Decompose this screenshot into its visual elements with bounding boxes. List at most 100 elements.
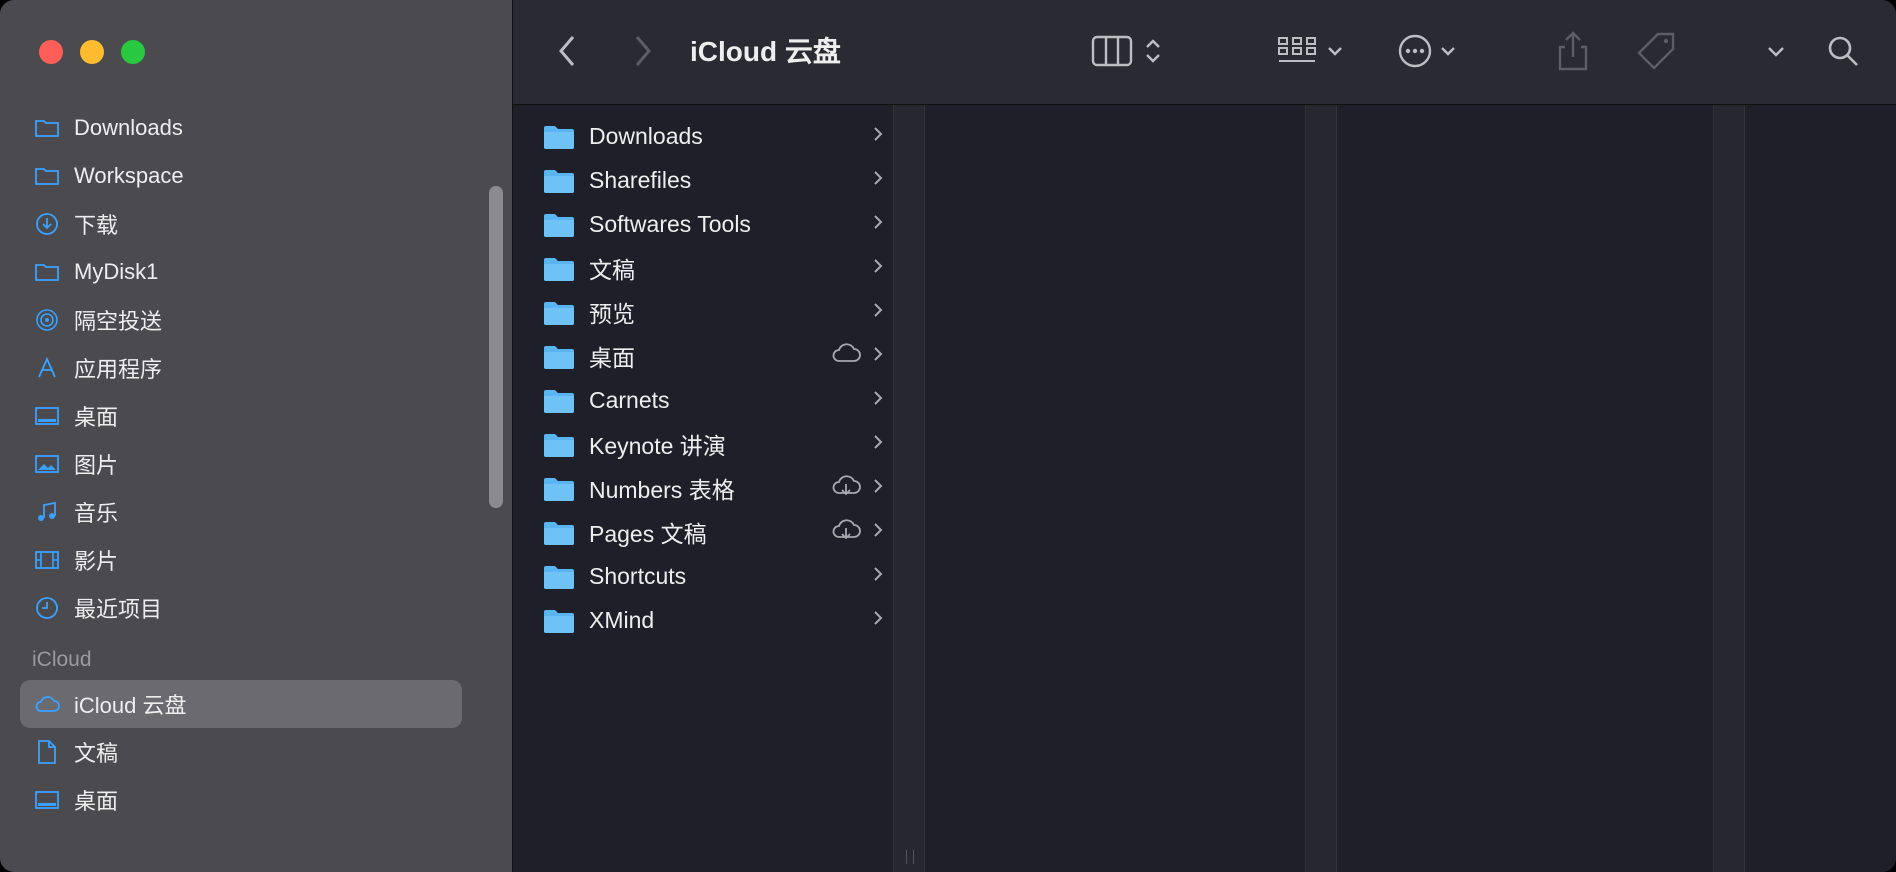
chevron-right-icon <box>873 345 883 368</box>
sidebar-item-applications[interactable]: 应用程序 <box>20 344 462 392</box>
sidebar-item-label: 桌面 <box>74 789 119 814</box>
sidebar-item-label: 图片 <box>74 453 119 478</box>
sidebar-item-workspace[interactable]: Workspace <box>20 152 462 200</box>
list-item[interactable]: Shortcuts <box>543 555 883 597</box>
sidebar-scrollbar[interactable] <box>489 186 503 508</box>
file-name: 文稿 <box>589 257 635 283</box>
sidebar-item-downloads[interactable]: Downloads <box>20 104 462 152</box>
cloud-download-icon[interactable] <box>831 518 861 546</box>
folder-icon <box>34 259 60 285</box>
sidebar-item-label: 影片 <box>74 549 119 574</box>
list-item[interactable]: 预览 <box>543 291 883 333</box>
sidebar-item-label: iCloud 云盘 <box>74 693 187 718</box>
cloud-download-icon[interactable] <box>831 474 861 502</box>
chevron-down-icon <box>1328 47 1342 56</box>
chevron-right-icon <box>873 213 883 236</box>
sidebar-section-icloud: iCloud <box>32 648 92 671</box>
column-divider[interactable] <box>1305 105 1337 872</box>
folder-icon <box>34 163 60 189</box>
sidebar-item-recents[interactable]: 最近项目 <box>20 584 462 632</box>
sidebar-item-music[interactable]: 音乐 <box>20 488 462 536</box>
numbers-folder-icon <box>543 476 575 501</box>
group-button[interactable] <box>1270 28 1350 74</box>
list-item[interactable]: Numbers 表格 <box>543 467 883 509</box>
folder-icon <box>543 124 575 149</box>
shortcuts-folder-icon <box>543 564 575 589</box>
updown-chevron-icon <box>1146 39 1160 63</box>
tag-icon <box>1637 32 1675 70</box>
keynote-folder-icon <box>543 432 575 457</box>
desktop-folder-icon <box>543 344 575 369</box>
list-item[interactable]: Keynote 讲演 <box>543 423 883 465</box>
chevron-right-icon <box>873 521 883 544</box>
back-button[interactable] <box>547 28 587 74</box>
sidebar-item-photos[interactable]: 图片 <box>20 440 462 488</box>
search-button[interactable] <box>1823 28 1863 74</box>
music-icon <box>34 499 60 525</box>
resize-grip[interactable] <box>906 850 914 864</box>
tag-button[interactable] <box>1631 28 1681 74</box>
file-name: Numbers 表格 <box>589 477 735 503</box>
view-mode-button[interactable] <box>1085 28 1169 74</box>
file-name: Carnets <box>589 386 670 413</box>
action-button[interactable] <box>1389 28 1465 74</box>
chevron-down-icon <box>1768 47 1784 57</box>
documents-folder-icon <box>543 256 575 281</box>
sidebar-item-airdrop[interactable]: 隔空投送 <box>20 296 462 344</box>
more-toolbar-button[interactable] <box>1761 28 1791 74</box>
chevron-right-icon <box>635 36 651 66</box>
chevron-right-icon <box>873 609 883 632</box>
chevron-right-icon <box>873 389 883 412</box>
sidebar-item-label: Downloads <box>74 115 183 140</box>
forward-button[interactable] <box>623 28 663 74</box>
sidebar-item-label: 应用程序 <box>74 357 163 382</box>
movies-icon <box>34 547 60 573</box>
column-divider[interactable] <box>893 105 925 872</box>
list-item[interactable]: Softwares Tools <box>543 203 883 245</box>
download-icon <box>34 211 60 237</box>
sidebar-item-icloud-drive[interactable]: iCloud 云盘 <box>20 680 462 728</box>
chevron-down-icon <box>1441 47 1455 56</box>
column-divider[interactable] <box>1713 105 1745 872</box>
list-item[interactable]: Pages 文稿 <box>543 511 883 553</box>
sidebar-item-download-cn[interactable]: 下载 <box>20 200 462 248</box>
carnets-folder-icon <box>543 388 575 413</box>
sidebar-item-desktop[interactable]: 桌面 <box>20 392 462 440</box>
chevron-right-icon <box>873 433 883 456</box>
sidebar-item-icloud-desktop[interactable]: 桌面 <box>20 776 462 824</box>
list-item[interactable]: Downloads <box>543 115 883 157</box>
zoom-button[interactable] <box>121 40 145 64</box>
sidebar-item-documents[interactable]: 文稿 <box>20 728 462 776</box>
chevron-right-icon <box>873 477 883 500</box>
chevron-right-icon <box>873 125 883 148</box>
file-name: Keynote 讲演 <box>589 433 726 459</box>
close-button[interactable] <box>39 40 63 64</box>
list-item[interactable]: 文稿 <box>543 247 883 289</box>
desktop-icon <box>34 403 60 429</box>
sidebar-item-label: 文稿 <box>74 741 119 766</box>
grid-icon <box>1278 37 1316 62</box>
sidebar-item-movies[interactable]: 影片 <box>20 536 462 584</box>
pages-folder-icon <box>543 520 575 545</box>
sidebar-item-label: 隔空投送 <box>74 309 163 334</box>
minimize-button[interactable] <box>80 40 104 64</box>
list-item[interactable]: XMind <box>543 599 883 641</box>
cloud-icon <box>34 691 60 717</box>
chevron-left-icon <box>559 36 575 66</box>
share-button[interactable] <box>1553 28 1593 74</box>
chevron-right-icon <box>873 565 883 588</box>
file-name: Softwares Tools <box>589 210 751 237</box>
sidebar-item-mydisk1[interactable]: MyDisk1 <box>20 248 462 296</box>
ellipsis-circle-icon <box>1398 34 1432 68</box>
list-item[interactable]: Carnets <box>543 379 883 421</box>
list-item[interactable]: 桌面 <box>543 335 883 377</box>
file-name: Downloads <box>589 122 703 149</box>
sidebar-item-label: 音乐 <box>74 501 119 526</box>
applications-icon <box>34 355 60 381</box>
sidebar-list: Downloads Workspace 下载 MyDisk1 隔空投送 应用程序… <box>20 104 462 824</box>
airdrop-icon <box>34 307 60 333</box>
photos-icon <box>34 451 60 477</box>
list-item[interactable]: Sharefiles <box>543 159 883 201</box>
cloud-icon[interactable] <box>831 342 861 370</box>
search-icon <box>1828 36 1858 66</box>
